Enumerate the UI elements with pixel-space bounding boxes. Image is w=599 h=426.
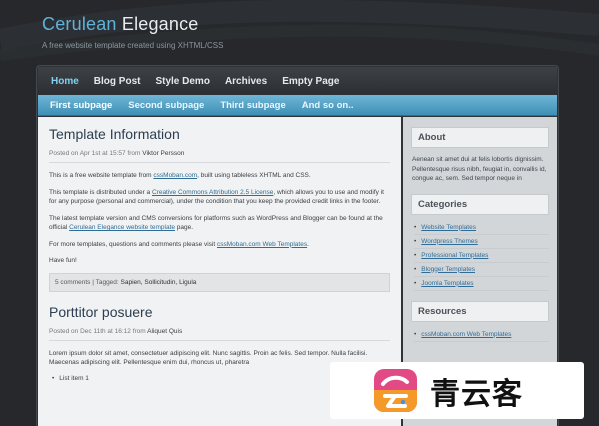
about-box: About Aenean sit amet dui at felis lobor…: [411, 127, 549, 184]
footer-separator: | Tagged:: [90, 278, 121, 286]
watermark-text: 青云客: [430, 376, 523, 412]
main-nav: Home Blog Post Style Demo Archives Empty…: [38, 67, 557, 95]
categories-box: Categories Website Templates Wordpress T…: [411, 193, 549, 291]
license-link[interactable]: Creative Commons Attribution 2.5 License: [152, 189, 273, 196]
web-templates-link[interactable]: cssMoban.com Web Templates: [217, 241, 307, 248]
resources-list: cssMoban.com Web Templates: [411, 329, 549, 342]
nav-archives[interactable]: Archives: [225, 76, 267, 87]
text-run: For more templates, questions and commen…: [49, 240, 217, 248]
nav-home[interactable]: Home: [51, 76, 79, 87]
post-meta: Posted on Apr 1st at 15:57 from Viktor P…: [49, 150, 390, 163]
text-run: .: [307, 240, 309, 248]
site-header: Cerulean Elegance A free website templat…: [42, 14, 223, 50]
text-run: page.: [175, 224, 194, 231]
subnav-first-subpage[interactable]: First subpage: [50, 100, 112, 111]
text-run: , built using tableless XHTML and CSS.: [197, 172, 311, 179]
resources-heading: Resources: [411, 300, 549, 322]
category-item: Website Templates: [414, 222, 549, 235]
site-title[interactable]: Cerulean Elegance: [42, 14, 223, 35]
post-paragraph: Have fun!: [49, 257, 77, 264]
post-footer: 5 comments | Tagged: Sapien, Sollicitudi…: [49, 272, 390, 292]
resources-box: Resources cssMoban.com Web Templates: [411, 300, 549, 342]
post-title[interactable]: Template Information: [49, 126, 390, 142]
category-item: Professional Templates: [414, 250, 549, 263]
site-title-accent: Cerulean: [42, 14, 117, 34]
category-item: Wordpress Themes: [414, 236, 549, 249]
post-meta-date: Posted on Dec 11th at 16:12 from: [49, 327, 148, 335]
site-tagline: A free website template created using XH…: [42, 41, 224, 50]
text-run: This template is distributed under a: [49, 188, 152, 196]
category-link[interactable]: Website Templates: [421, 224, 476, 231]
subnav-third-subpage[interactable]: Third subpage: [220, 100, 285, 111]
post-meta-date: Posted on Apr 1st at 15:57 from: [49, 150, 143, 157]
post-meta: Posted on Dec 11th at 16:12 from Aliquet…: [49, 328, 390, 341]
nav-style-demo[interactable]: Style Demo: [155, 76, 209, 87]
comments-link[interactable]: 5 comments: [55, 279, 90, 286]
category-item: Blogger Templates: [414, 264, 549, 277]
site-title-rest: Elegance: [116, 14, 199, 34]
post-title[interactable]: Porttitor posuere: [49, 304, 390, 320]
category-link[interactable]: Joomla Templates: [421, 280, 473, 287]
resource-item: cssMoban.com Web Templates: [414, 329, 549, 342]
qingyunke-logo-icon: [374, 369, 417, 412]
category-item: Joomla Templates: [414, 278, 549, 291]
nav-blog-post[interactable]: Blog Post: [94, 76, 141, 87]
resource-link[interactable]: cssMoban.com Web Templates: [421, 331, 511, 338]
categories-heading: Categories: [411, 193, 549, 215]
subnav-and-so-on[interactable]: And so on..: [302, 100, 354, 111]
text-run: This is a free website template from: [49, 172, 154, 179]
about-text: Aenean sit amet dui at felis lobortis di…: [412, 156, 547, 182]
post-author: Viktor Persson: [142, 150, 185, 157]
about-heading: About: [411, 127, 549, 148]
subnav-second-subpage[interactable]: Second subpage: [128, 100, 204, 111]
post-paragraph: This is a free website template from css…: [49, 171, 390, 181]
post-paragraph: This template is distributed under a Cre…: [49, 188, 390, 207]
post-paragraph: For more templates, questions and commen…: [49, 240, 390, 250]
categories-list: Website Templates Wordpress Themes Profe…: [411, 222, 549, 291]
post-template-information: Template Information Posted on Apr 1st a…: [49, 126, 390, 292]
cssmoban-link[interactable]: cssMoban.com: [153, 172, 197, 179]
post-tags[interactable]: Sapien, Sollicitudin, Ligula: [121, 279, 197, 286]
post-author: Aliquet Quis: [147, 327, 183, 335]
nav-empty-page[interactable]: Empty Page: [282, 76, 339, 87]
post-paragraph: The latest template version and CMS conv…: [49, 214, 390, 233]
sub-nav: First subpage Second subpage Third subpa…: [38, 95, 557, 116]
category-link[interactable]: Professional Templates: [421, 252, 488, 259]
category-link[interactable]: Blogger Templates: [421, 266, 475, 273]
watermark-badge: 青云客: [330, 362, 584, 419]
template-page-link[interactable]: Cerulean Elegance website template: [69, 224, 175, 231]
category-link[interactable]: Wordpress Themes: [421, 238, 477, 245]
